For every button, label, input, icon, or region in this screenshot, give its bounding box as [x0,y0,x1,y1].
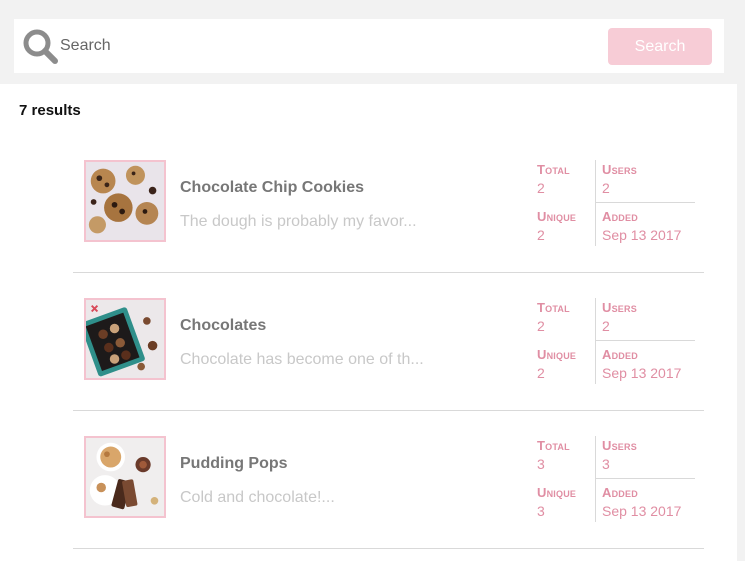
result-item[interactable]: Chocolate Chip Cookies The dough is prob… [73,134,704,273]
result-title[interactable]: Pudding Pops [180,455,288,473]
result-thumbnail [84,298,166,380]
result-thumbnail [84,436,166,518]
stat-added-value: Sep 13 2017 [602,503,682,519]
stats-divider-horizontal [595,340,695,341]
stats-divider-vertical [595,160,596,246]
result-stats: Total 3 Users 3 Unique 3 Added Sep 13 20… [537,436,695,522]
stat-added-value: Sep 13 2017 [602,365,682,381]
stat-unique-value: 3 [537,503,545,519]
stat-added-label: Added [602,209,638,224]
results-panel: 7 results Chocolate Chip Cookies The dou… [0,84,737,561]
stat-total-label: Total [537,162,570,177]
stat-users-label: Users [602,438,637,453]
result-snippet: Chocolate has become one of th... [180,351,424,368]
stat-total-value: 3 [537,456,545,472]
result-thumbnail [84,160,166,242]
stat-added-label: Added [602,485,638,500]
stat-unique-label: Unique [537,209,577,224]
result-stats: Total 2 Users 2 Unique 2 Added Sep 13 20… [537,298,695,384]
result-title[interactable]: Chocolate Chip Cookies [180,179,364,197]
search-icon [22,28,60,66]
stat-total-value: 2 [537,318,545,334]
result-item[interactable]: Chocolates Chocolate has become one of t… [73,272,704,411]
stat-total-label: Total [537,438,570,453]
result-stats: Total 2 Users 2 Unique 2 Added Sep 13 20… [537,160,695,246]
stat-unique-value: 2 [537,227,545,243]
search-bar-container: Search [0,8,737,84]
stat-users-value: 2 [602,180,610,196]
stat-added-value: Sep 13 2017 [602,227,682,243]
stat-unique-label: Unique [537,485,577,500]
stats-divider-horizontal [595,478,695,479]
results-count: 7 results [19,102,81,119]
result-title[interactable]: Chocolates [180,317,266,335]
stats-divider-vertical [595,298,596,384]
search-input[interactable] [60,33,580,59]
result-item[interactable]: Pudding Pops Cold and chocolate!... Tota… [73,410,704,549]
result-snippet: The dough is probably my favor... [180,213,417,230]
stat-users-label: Users [602,300,637,315]
stat-users-value: 3 [602,456,610,472]
stat-added-label: Added [602,347,638,362]
stat-unique-value: 2 [537,365,545,381]
stat-unique-label: Unique [537,347,577,362]
stat-users-value: 2 [602,318,610,334]
search-button[interactable]: Search [608,28,712,65]
result-snippet: Cold and chocolate!... [180,489,335,506]
stats-divider-vertical [595,436,596,522]
search-box: Search [14,19,724,73]
stat-total-label: Total [537,300,570,315]
stat-users-label: Users [602,162,637,177]
stats-divider-horizontal [595,202,695,203]
stat-total-value: 2 [537,180,545,196]
